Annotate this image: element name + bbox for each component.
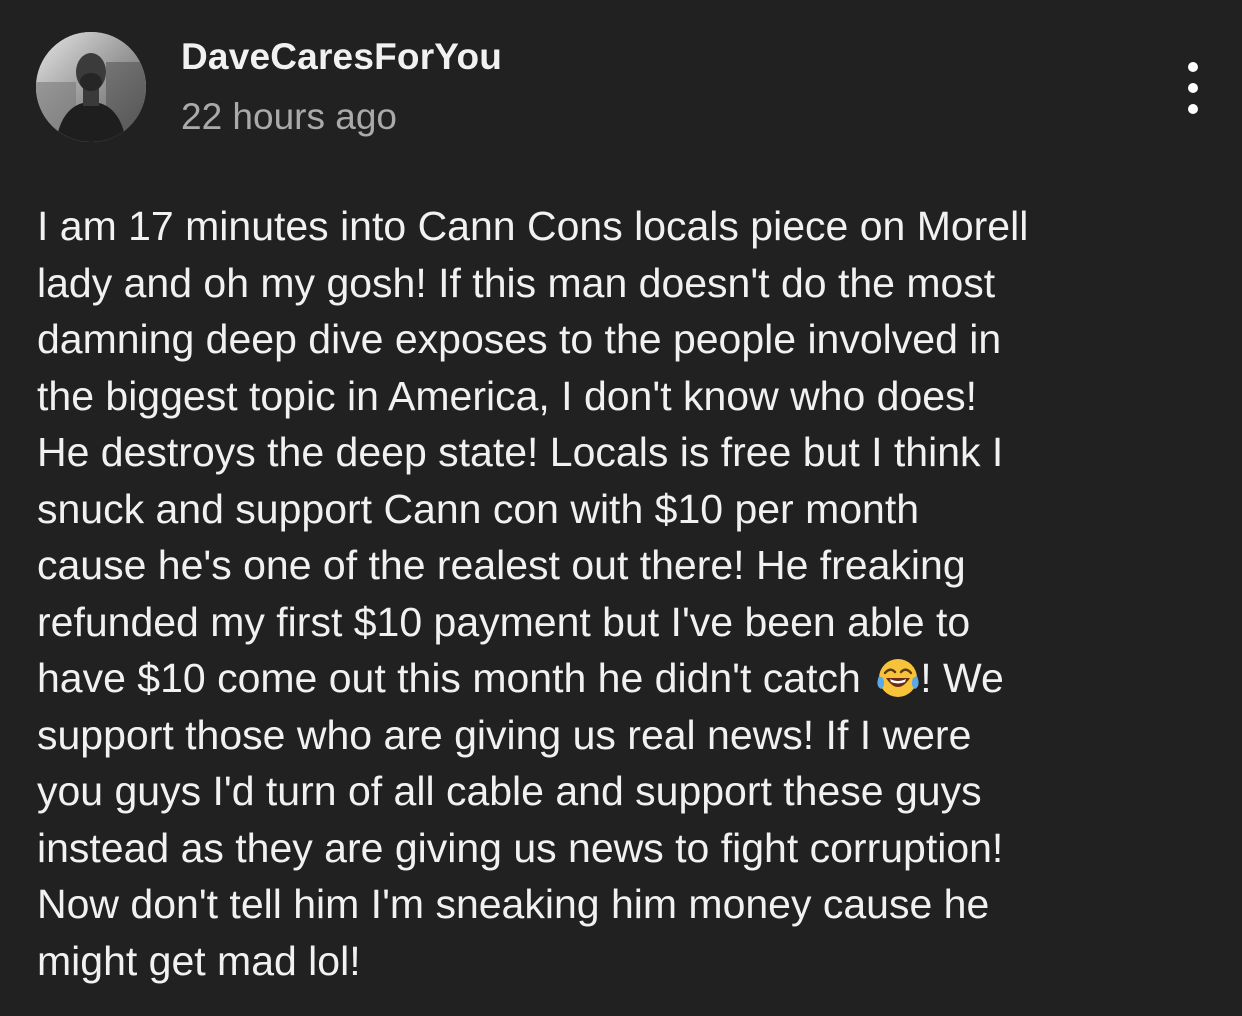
comment-line: Now don't tell him I'm sneaking him mone… [37,881,990,927]
face-with-tears-of-joy-emoji-icon [877,659,919,697]
more-options-button[interactable] [1176,62,1210,114]
comment-card: DaveCaresForYou 22 hours ago I am 17 min… [0,0,1242,1016]
user-photo-avatar-icon [36,32,146,142]
comment-line: damning deep dive exposes to the people … [37,316,1002,362]
comment-line: He destroys the deep state! Locals is fr… [37,429,1004,475]
comment-line: I am 17 minutes into Cann Cons locals pi… [37,203,1029,249]
comment-line: snuck and support Cann con with $10 per … [37,485,920,532]
avatar[interactable] [36,32,146,142]
comment-line: support those who are giving us real new… [37,711,972,758]
comment-line-with-emoji: have $10 come out this month he didn't c… [37,650,1217,707]
comment-body: I am 17 minutes into Cann Cons locals pi… [37,198,1217,989]
comment-line: might get mad lol! [37,937,361,984]
author-name[interactable]: DaveCaresForYou [181,36,502,78]
comment-line-text: have $10 come out this month he didn't c… [37,655,861,701]
comment-line: refunded my first $10 payment but I've b… [37,598,971,645]
vertical-ellipsis-icon [1188,62,1198,72]
comment-line: lady and oh my gosh! If this man doesn't… [37,259,996,306]
comment-timestamp[interactable]: 22 hours ago [181,96,397,138]
comment-line: you guys I'd turn of all cable and suppo… [37,768,982,814]
comment-line-text: ! We [920,655,1004,701]
comment-line: the biggest topic in America, I don't kn… [37,372,977,419]
comment-line: cause he's one of the realest out there!… [37,542,966,588]
comment-line: instead as they are giving us news to fi… [37,824,1004,871]
